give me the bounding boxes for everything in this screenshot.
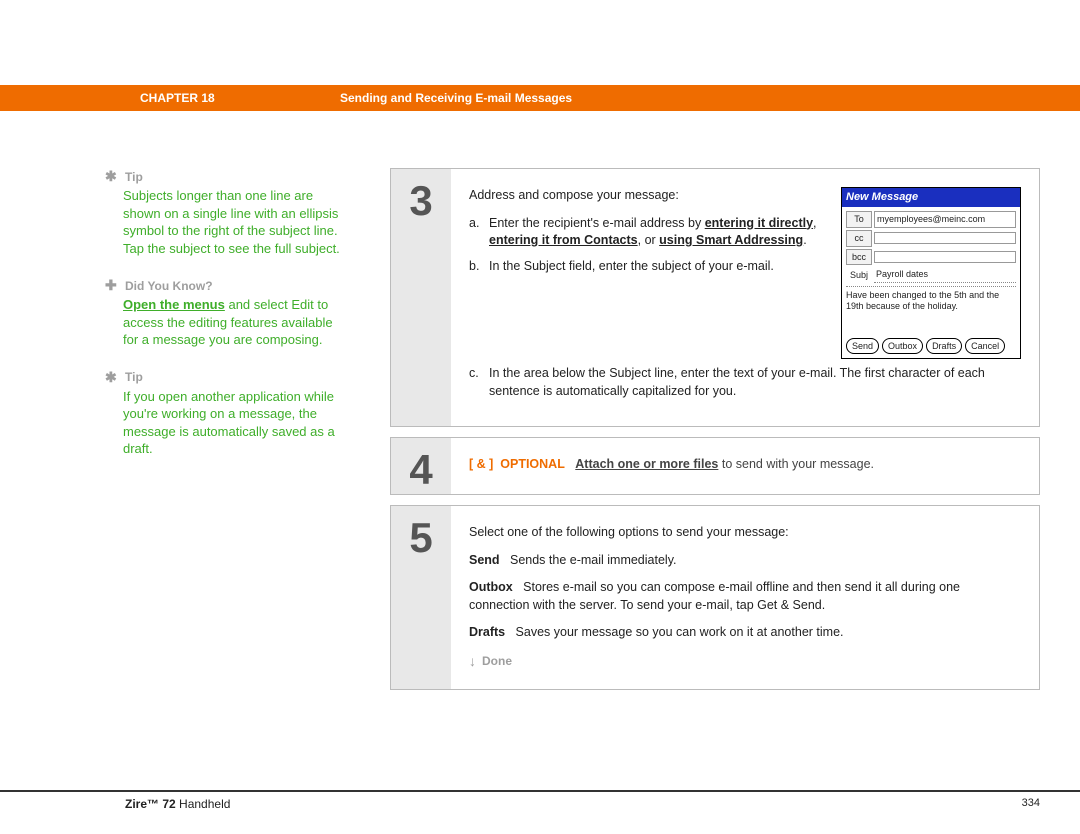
step5-lead: Select one of the following options to s… xyxy=(469,524,1021,542)
page-number: 334 xyxy=(1022,797,1040,811)
step-number: 4 xyxy=(391,438,451,494)
footer: Zire™ 72 Handheld 334 xyxy=(0,790,1080,811)
bcc-value xyxy=(874,251,1016,263)
option-send: Send Sends the e-mail immediately. xyxy=(469,552,1021,570)
plus-icon xyxy=(105,277,119,294)
product-name: Zire™ 72 Handheld xyxy=(125,797,230,811)
step-3: 3 Address and compose your message: a. E… xyxy=(390,168,1040,427)
subj-value: Payroll dates xyxy=(874,267,1016,283)
step3-item-c: c. In the area below the Subject line, e… xyxy=(469,365,1021,400)
main-content: 3 Address and compose your message: a. E… xyxy=(390,168,1040,700)
smart-addressing-link[interactable]: using Smart Addressing xyxy=(659,233,803,247)
step3-lead: Address and compose your message: xyxy=(469,187,825,205)
tip-2: Tip If you open another application whil… xyxy=(123,369,343,458)
attach-files-link[interactable]: Attach one or more files xyxy=(575,457,718,471)
step-number: 3 xyxy=(391,169,451,426)
sidebar: Tip Subjects longer than one line are sh… xyxy=(123,168,343,478)
tip-1: Tip Subjects longer than one line are sh… xyxy=(123,168,343,257)
to-value: myemployees@meinc.com xyxy=(874,211,1016,228)
step3-item-b: b. In the Subject field, enter the subje… xyxy=(469,258,825,276)
option-drafts: Drafts Saves your message so you can wor… xyxy=(469,624,1021,642)
done-marker: Done xyxy=(469,652,1021,672)
entering-directly-link[interactable]: entering it directly xyxy=(705,216,813,230)
entering-from-contacts-link[interactable]: entering it from Contacts xyxy=(489,233,638,247)
step3-item-a: a. Enter the recipient's e-mail address … xyxy=(469,215,825,250)
device-cancel-button: Cancel xyxy=(965,338,1005,355)
subj-label: Subj xyxy=(846,268,872,283)
device-title: New Message xyxy=(842,188,1020,207)
chapter-title: Sending and Receiving E-mail Messages xyxy=(340,91,572,105)
asterisk-icon xyxy=(105,168,119,185)
asterisk-icon xyxy=(105,369,119,386)
dyk-label: Did You Know? xyxy=(125,279,213,293)
did-you-know: Did You Know? Open the menus and select … xyxy=(123,277,343,349)
tip-text: If you open another application while yo… xyxy=(123,388,343,458)
device-drafts-button: Drafts xyxy=(926,338,962,355)
device-body-text: Have been changed to the 5th and the 19t… xyxy=(846,286,1016,334)
step-4: 4 [ & ] OPTIONAL Attach one or more file… xyxy=(390,437,1040,495)
option-outbox: Outbox Stores e-mail so you can compose … xyxy=(469,579,1021,614)
optional-rest: to send with your message. xyxy=(718,457,874,471)
step-number: 5 xyxy=(391,506,451,689)
open-menus-link[interactable]: Open the menus xyxy=(123,297,225,312)
chapter-label: CHAPTER 18 xyxy=(140,91,340,105)
tip-text: Subjects longer than one line are shown … xyxy=(123,187,343,257)
optional-bracket: [ & ] xyxy=(469,457,493,471)
step-5: 5 Select one of the following options to… xyxy=(390,505,1040,690)
bcc-label: bcc xyxy=(846,249,872,266)
chapter-header: CHAPTER 18 Sending and Receiving E-mail … xyxy=(0,85,1080,111)
arrow-down-icon xyxy=(469,652,476,672)
device-outbox-button: Outbox xyxy=(882,338,923,355)
tip-label: Tip xyxy=(125,370,143,384)
optional-label: OPTIONAL xyxy=(500,457,565,471)
dyk-text: Open the menus and select Edit to access… xyxy=(123,296,343,349)
device-screenshot: New Message Tomyemployees@meinc.com cc b… xyxy=(841,187,1021,359)
cc-label: cc xyxy=(846,230,872,247)
device-send-button: Send xyxy=(846,338,879,355)
to-label: To xyxy=(846,211,872,228)
cc-value xyxy=(874,232,1016,244)
tip-label: Tip xyxy=(125,170,143,184)
